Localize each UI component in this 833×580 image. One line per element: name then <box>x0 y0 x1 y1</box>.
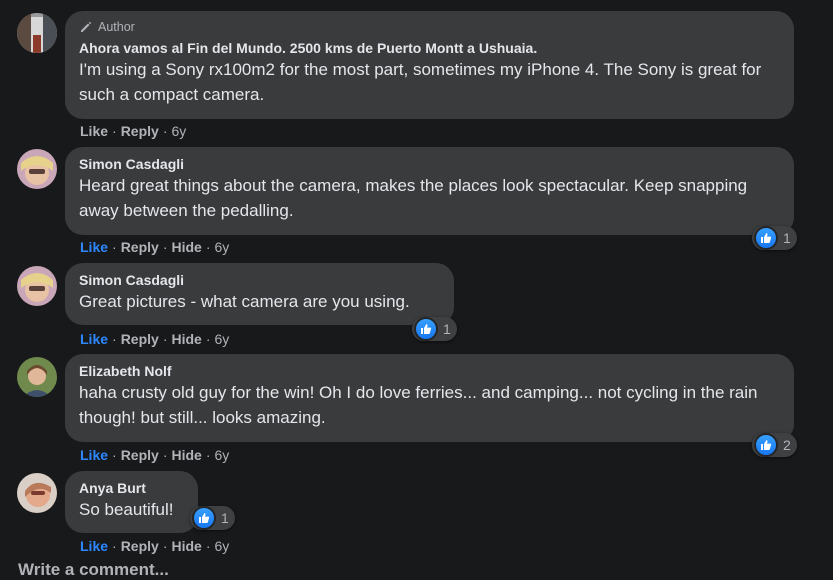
reaction-count: 1 <box>221 510 229 526</box>
comment-bubble: Anya Burt So beautiful! <box>65 471 198 533</box>
reply-button[interactable]: Reply <box>121 538 159 554</box>
thumbs-up-icon <box>754 226 778 250</box>
reaction-count: 1 <box>783 230 791 246</box>
like-button[interactable]: Like <box>80 538 108 554</box>
thumbs-up-icon <box>192 506 216 530</box>
commenter-name[interactable]: Simon Casdagli <box>79 155 780 173</box>
avatar[interactable] <box>17 473 57 513</box>
commenter-name[interactable]: Simon Casdagli <box>79 271 440 289</box>
reply-button[interactable]: Reply <box>121 331 159 347</box>
comment-age[interactable]: 6y <box>171 123 186 139</box>
commenter-name[interactable]: Anya Burt <box>79 479 184 497</box>
comment-age[interactable]: 6y <box>215 447 230 463</box>
hide-button[interactable]: Hide <box>171 239 201 255</box>
avatar[interactable] <box>17 13 57 53</box>
hide-button[interactable]: Hide <box>171 331 201 347</box>
comment-age[interactable]: 6y <box>215 331 230 347</box>
comment-actions: Like · Reply · Hide · 6y <box>80 331 230 347</box>
reaction-summary[interactable]: 2 <box>752 433 797 457</box>
commenter-name[interactable]: Ahora vamos al Fin del Mundo. 2500 kms d… <box>79 39 780 57</box>
comment-actions: Like · Reply · 6y <box>80 123 187 139</box>
hide-button[interactable]: Hide <box>171 538 201 554</box>
avatar-photo-icon <box>17 266 57 306</box>
avatar-photo-icon <box>17 473 57 513</box>
author-badge-label: Author <box>98 20 135 34</box>
comment-actions: Like · Reply · Hide · 6y <box>80 538 230 554</box>
comment-text: Heard great things about the camera, mak… <box>79 176 748 220</box>
reaction-summary[interactable]: 1 <box>412 317 457 341</box>
comment-actions: Like · Reply · Hide · 6y <box>80 239 230 255</box>
like-button[interactable]: Like <box>80 331 108 347</box>
commenter-name[interactable]: Elizabeth Nolf <box>79 362 780 380</box>
reaction-summary[interactable]: 1 <box>190 506 235 530</box>
avatar-photo-icon <box>17 357 57 397</box>
avatar[interactable] <box>17 357 57 397</box>
reaction-count: 1 <box>443 321 451 337</box>
reply-button[interactable]: Reply <box>121 447 159 463</box>
comment-bubble: Simon Casdagli Heard great things about … <box>65 147 794 235</box>
comment-bubble: Simon Casdagli Great pictures - what cam… <box>65 263 454 325</box>
reply-button[interactable]: Reply <box>121 239 159 255</box>
comment-bubble: Elizabeth Nolf haha crusty old guy for t… <box>65 354 794 442</box>
comment-text: haha crusty old guy for the win! Oh I do… <box>79 383 758 427</box>
write-comment-prompt[interactable]: Write a comment... <box>18 560 169 580</box>
comment-text: I'm using a Sony rx100m2 for the most pa… <box>79 60 762 104</box>
comment-text: Great pictures - what camera are you usi… <box>79 292 410 311</box>
author-badge: Author <box>79 19 780 35</box>
comment-age[interactable]: 6y <box>215 538 230 554</box>
like-button[interactable]: Like <box>80 239 108 255</box>
comment-age[interactable]: 6y <box>215 239 230 255</box>
reaction-summary[interactable]: 1 <box>752 226 797 250</box>
like-button[interactable]: Like <box>80 447 108 463</box>
avatar[interactable] <box>17 266 57 306</box>
comment-bubble: Author Ahora vamos al Fin del Mundo. 250… <box>65 11 794 119</box>
avatar-photo-icon <box>17 149 57 189</box>
avatar-photo-icon <box>17 13 57 53</box>
hide-button[interactable]: Hide <box>171 447 201 463</box>
thumbs-up-icon <box>754 433 778 457</box>
like-button[interactable]: Like <box>80 123 108 139</box>
avatar[interactable] <box>17 149 57 189</box>
pencil-icon <box>81 21 92 32</box>
reaction-count: 2 <box>783 437 791 453</box>
comment-actions: Like · Reply · Hide · 6y <box>80 447 230 463</box>
reply-button[interactable]: Reply <box>121 123 159 139</box>
thumbs-up-icon <box>414 317 438 341</box>
comment-text: So beautiful! <box>79 500 174 519</box>
